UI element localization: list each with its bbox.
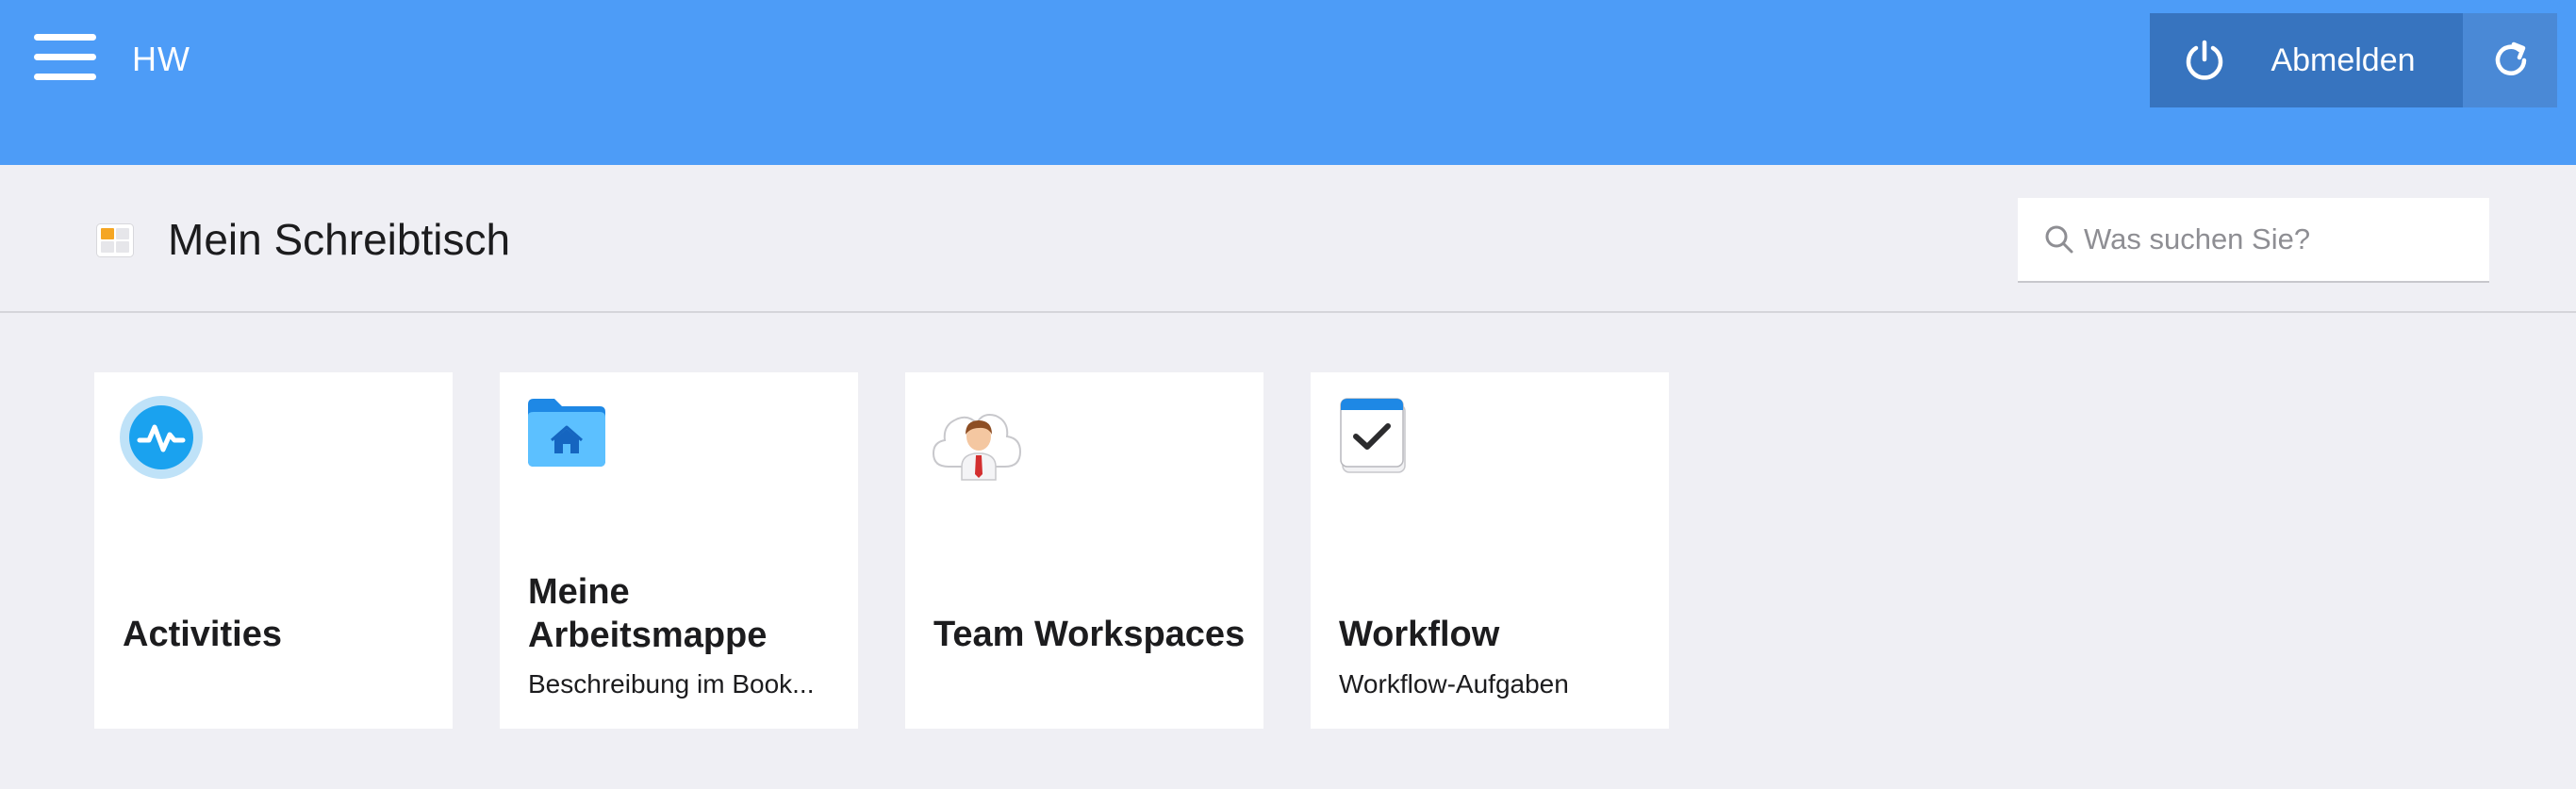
search-icon bbox=[2045, 225, 2073, 254]
tile-team-workspaces[interactable]: Team Workspaces bbox=[905, 372, 1263, 729]
cloud-user-icon bbox=[932, 414, 1022, 481]
tile-title: Team Workspaces bbox=[933, 615, 1246, 654]
top-bar: HW Abmelden bbox=[0, 0, 2576, 165]
search-box bbox=[2018, 198, 2489, 283]
hamburger-menu-icon[interactable] bbox=[34, 30, 96, 85]
home-folder-icon bbox=[528, 399, 605, 467]
tile-title: Workflow bbox=[1339, 615, 1500, 654]
dashboard-icon bbox=[96, 223, 134, 257]
search-input[interactable] bbox=[2084, 198, 2480, 281]
tile-title: Activities bbox=[123, 615, 282, 654]
tile-subtitle: Workflow-Aufgaben bbox=[1339, 669, 1569, 699]
refresh-icon bbox=[2495, 41, 2527, 75]
page-title: Mein Schreibtisch bbox=[168, 215, 511, 264]
tile-title: Meine Arbeitsmappe bbox=[528, 572, 768, 655]
logout-button[interactable]: Abmelden bbox=[2150, 13, 2463, 107]
tile-activities[interactable]: Activities bbox=[94, 372, 453, 729]
calendar-check-icon bbox=[1340, 398, 1406, 473]
tile-workflow[interactable]: Workflow Workflow-Aufgaben bbox=[1311, 372, 1669, 729]
power-icon bbox=[2186, 40, 2223, 80]
app-title: HW bbox=[132, 40, 190, 78]
activity-pulse-icon bbox=[120, 396, 203, 479]
tile-subtitle: Beschreibung im Book... bbox=[528, 669, 815, 699]
page-header: Mein Schreibtisch bbox=[0, 165, 2576, 313]
refresh-button[interactable] bbox=[2463, 13, 2557, 107]
logout-label: Abmelden bbox=[2271, 42, 2416, 78]
tile-meine-arbeitsmappe[interactable]: Meine Arbeitsmappe Beschreibung im Book.… bbox=[500, 372, 858, 729]
